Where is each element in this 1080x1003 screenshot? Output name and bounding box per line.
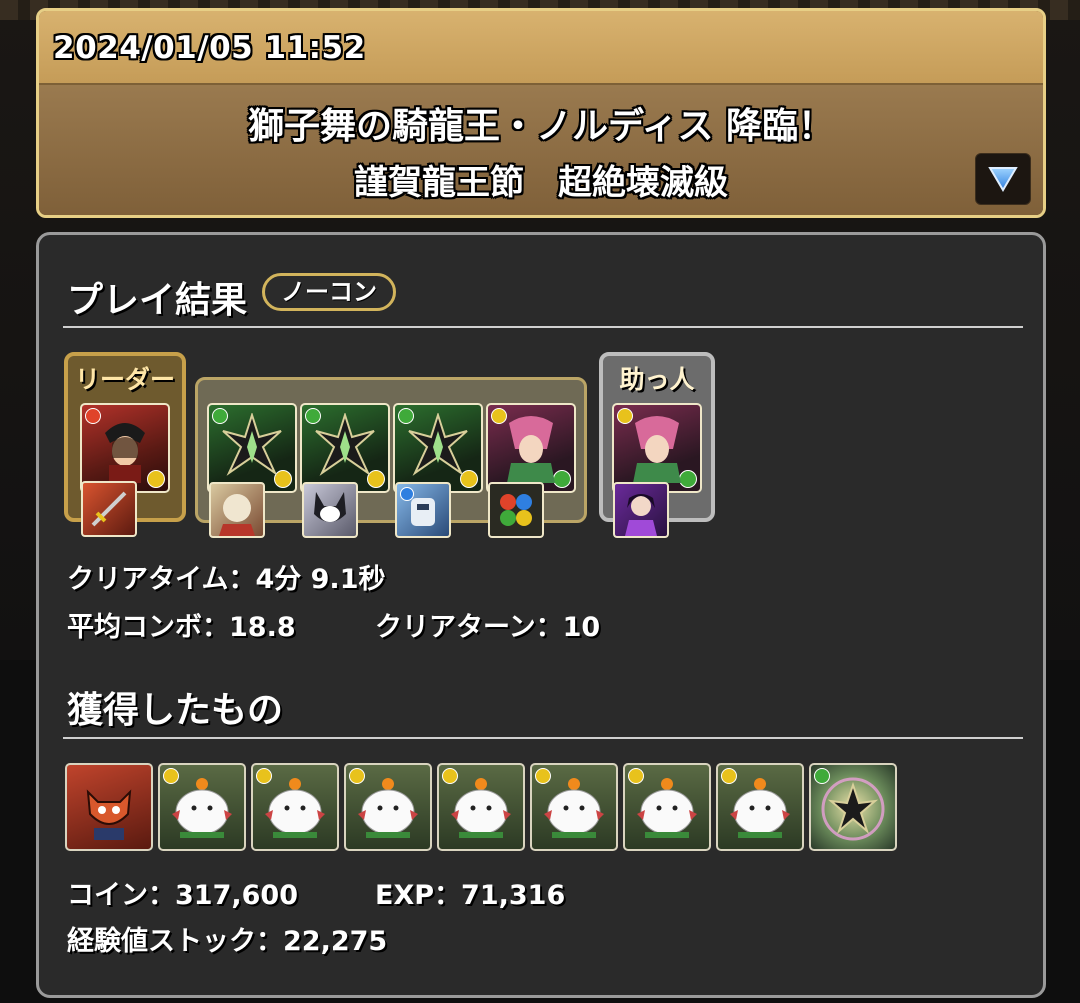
clear-time: クリアタイム：4分 9.1秒 bbox=[67, 564, 386, 595]
sub-monster-4[interactable] bbox=[486, 403, 576, 493]
rewards-title: 獲得したもの bbox=[67, 690, 284, 731]
dungeon-titles: 獅子舞の騎龍王・ノルディス 降臨！ 謹賀龍王節 超絶壊滅級 bbox=[39, 85, 1043, 215]
rainbow-orbs-icon bbox=[500, 494, 532, 526]
triangle-down-icon bbox=[988, 167, 1018, 192]
drop-item-3[interactable] bbox=[251, 763, 339, 851]
leader-monster[interactable] bbox=[80, 403, 170, 493]
kuromi-icon bbox=[314, 492, 346, 522]
play-result-title: プレイ結果 bbox=[67, 280, 248, 321]
armored-girl-icon bbox=[507, 416, 555, 483]
drop-item-7[interactable] bbox=[623, 763, 711, 851]
swordsman-portrait-icon bbox=[105, 423, 145, 483]
helper-assist[interactable] bbox=[613, 482, 669, 538]
divider bbox=[63, 737, 1023, 739]
white-cat-icon bbox=[451, 777, 511, 838]
date-bar: 2024/01/05 11:52 bbox=[39, 11, 1043, 85]
play-datetime: 2024/01/05 11:52 bbox=[53, 30, 366, 66]
dragon-king-icon bbox=[315, 413, 375, 476]
leader-label: リーダー bbox=[74, 365, 175, 394]
exp-amount: EXP：71,316 bbox=[375, 880, 566, 911]
dragon-king-icon bbox=[222, 413, 282, 476]
sub-monster-1[interactable] bbox=[207, 403, 297, 493]
sub-monster-2[interactable] bbox=[300, 403, 390, 493]
sub-monster-3[interactable] bbox=[393, 403, 483, 493]
dragon-king-icon bbox=[408, 413, 468, 476]
average-combo: 平均コンボ：18.8 bbox=[67, 612, 296, 643]
white-cat-icon bbox=[544, 777, 604, 838]
white-cat-icon bbox=[265, 777, 325, 838]
sub-assist-3[interactable] bbox=[395, 482, 451, 538]
drop-item-6[interactable] bbox=[530, 763, 618, 851]
drop-item-2[interactable] bbox=[158, 763, 246, 851]
drop-item-4[interactable] bbox=[344, 763, 432, 851]
lion-dancer-icon bbox=[219, 494, 255, 536]
exp-stock: 経験値ストック：22,275 bbox=[67, 926, 388, 957]
dungeon-difficulty: 謹賀龍王節 超絶壊滅級 bbox=[354, 163, 728, 203]
sub-assist-2[interactable] bbox=[302, 482, 358, 538]
divider bbox=[63, 326, 1023, 328]
dragon-orb-icon bbox=[821, 777, 885, 841]
coin-amount: コイン：317,600 bbox=[67, 880, 298, 911]
dungeon-header: 2024/01/05 11:52 獅子舞の騎龍王・ノルディス 降臨！ 謹賀龍王節… bbox=[36, 8, 1046, 218]
drop-item-8[interactable] bbox=[716, 763, 804, 851]
helper-label: 助っ人 bbox=[619, 365, 695, 394]
sub-assist-4[interactable] bbox=[488, 482, 544, 538]
leader-assist[interactable] bbox=[81, 481, 137, 537]
no-continue-badge: ノーコン bbox=[262, 273, 396, 311]
fire-dragon-icon bbox=[86, 789, 132, 840]
drop-item-1[interactable] bbox=[65, 763, 153, 851]
white-cat-icon bbox=[358, 777, 418, 838]
sword-icon bbox=[91, 491, 127, 527]
drop-item-9[interactable] bbox=[809, 763, 897, 851]
sub-assist-1[interactable] bbox=[209, 482, 265, 538]
white-cat-icon bbox=[730, 777, 790, 838]
dark-girl-icon bbox=[625, 494, 657, 536]
expand-button[interactable] bbox=[975, 153, 1031, 205]
result-panel: プレイ結果 ノーコン リーダー 助っ人 クリアタイム：4分 9.1秒 平均コンボ… bbox=[36, 232, 1046, 998]
drop-item-5[interactable] bbox=[437, 763, 525, 851]
white-cat-icon bbox=[637, 777, 697, 838]
water-attribute-icon bbox=[400, 487, 414, 501]
helper-monster[interactable] bbox=[612, 403, 702, 493]
clear-turn: クリアターン：10 bbox=[375, 612, 601, 643]
armored-girl-icon bbox=[633, 416, 681, 483]
white-cat-icon bbox=[172, 777, 232, 838]
dungeon-name: 獅子舞の騎龍王・ノルディス 降臨！ bbox=[247, 106, 834, 147]
